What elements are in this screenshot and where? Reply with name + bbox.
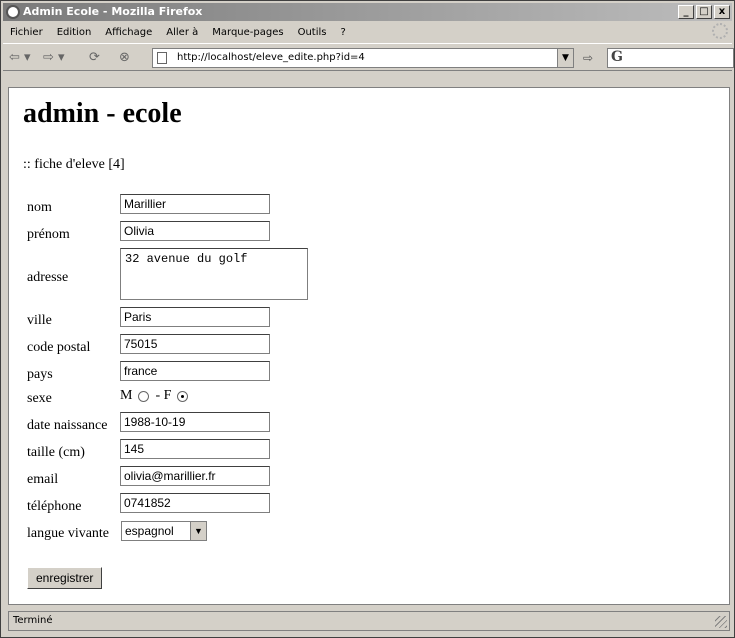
page-icon: [157, 52, 167, 64]
navigation-toolbar: ⇦ ▾ ⇨ ▾ ⟳ ⊗ http://localhost/eleve_edite…: [3, 43, 734, 71]
menu-fichier[interactable]: Fichier: [3, 27, 50, 38]
go-icon[interactable]: ⇨: [583, 51, 593, 65]
resize-grip-icon[interactable]: [715, 616, 727, 628]
page-title: admin - ecole: [23, 98, 182, 129]
title-bar: Admin Ecole - Mozilla Firefox _ □ x: [3, 3, 732, 21]
window-controls: _ □ x: [678, 5, 730, 19]
forward-arrow-icon[interactable]: ⇨ ▾: [43, 50, 65, 65]
prenom-field[interactable]: Olivia: [120, 221, 270, 241]
search-bar[interactable]: G: [607, 48, 734, 68]
minimize-button[interactable]: _: [678, 5, 694, 19]
sexe-f-radio[interactable]: [177, 390, 189, 402]
label-sexe: sexe: [27, 391, 52, 406]
label-langue: langue vivante: [27, 526, 110, 541]
langue-select[interactable]: espagnol ▼: [121, 521, 207, 541]
throbber-icon: [712, 23, 728, 39]
stop-icon[interactable]: ⊗: [119, 50, 130, 65]
menu-affichage[interactable]: Affichage: [98, 27, 159, 38]
menu-bar: Fichier Edition Affichage Aller à Marque…: [3, 23, 732, 41]
reload-icon[interactable]: ⟳: [89, 50, 100, 65]
window-title: Admin Ecole - Mozilla Firefox: [23, 5, 203, 18]
enregistrer-button[interactable]: enregistrer: [27, 567, 103, 589]
url-text[interactable]: http://localhost/eleve_edite.php?id=4: [177, 49, 365, 67]
ville-field[interactable]: Paris: [120, 307, 270, 327]
email-field[interactable]: olivia@marillier.fr: [120, 466, 270, 486]
langue-selected-value: espagnol: [125, 524, 174, 538]
page-content: admin - ecole :: fiche d'eleve [4] nom M…: [8, 87, 730, 605]
firefox-logo-icon: [6, 5, 20, 19]
taille-field[interactable]: 145: [120, 439, 270, 459]
date-naissance-field[interactable]: 1988-10-19: [120, 412, 270, 432]
url-bar[interactable]: http://localhost/eleve_edite.php?id=4 ▼: [152, 48, 574, 68]
label-email: email: [27, 472, 59, 487]
record-heading: :: fiche d'eleve [4]: [23, 157, 125, 172]
menu-outils[interactable]: Outils: [291, 27, 334, 38]
sexe-m-label: M: [120, 388, 133, 403]
maximize-button[interactable]: □: [696, 5, 712, 19]
telephone-field[interactable]: 0741852: [120, 493, 270, 513]
label-adresse: adresse: [27, 270, 69, 285]
label-code-postal: code postal: [27, 340, 91, 355]
label-date-naissance: date naissance: [27, 418, 108, 433]
menu-help[interactable]: ?: [333, 27, 352, 38]
sexe-radio-group: M - F: [120, 388, 190, 404]
label-ville: ville: [27, 313, 52, 328]
label-taille: taille (cm): [27, 445, 85, 460]
code-postal-field[interactable]: 75015: [120, 334, 270, 354]
adresse-textarea[interactable]: 32 avenue du golf: [120, 248, 308, 300]
status-text: Terminé: [13, 615, 53, 626]
status-bar: Terminé: [8, 611, 730, 631]
label-nom: nom: [27, 200, 52, 215]
url-dropdown-icon[interactable]: ▼: [557, 49, 573, 67]
label-pays: pays: [27, 367, 53, 382]
menu-marque-pages[interactable]: Marque-pages: [205, 27, 290, 38]
label-prenom: prénom: [27, 227, 70, 242]
pays-field[interactable]: france: [120, 361, 270, 381]
close-button[interactable]: x: [714, 5, 730, 19]
sexe-m-radio[interactable]: [138, 390, 150, 402]
browser-window: Admin Ecole - Mozilla Firefox _ □ x Fich…: [0, 0, 735, 638]
sexe-f-label: - F: [155, 388, 172, 403]
menu-aller[interactable]: Aller à: [159, 27, 205, 38]
back-arrow-icon[interactable]: ⇦ ▾: [9, 50, 31, 65]
search-engine-icon[interactable]: G: [611, 49, 623, 65]
menu-edition[interactable]: Edition: [50, 27, 99, 38]
nom-field[interactable]: Marillier: [120, 194, 270, 214]
label-telephone: téléphone: [27, 499, 82, 514]
chevron-down-icon[interactable]: ▼: [190, 522, 206, 540]
